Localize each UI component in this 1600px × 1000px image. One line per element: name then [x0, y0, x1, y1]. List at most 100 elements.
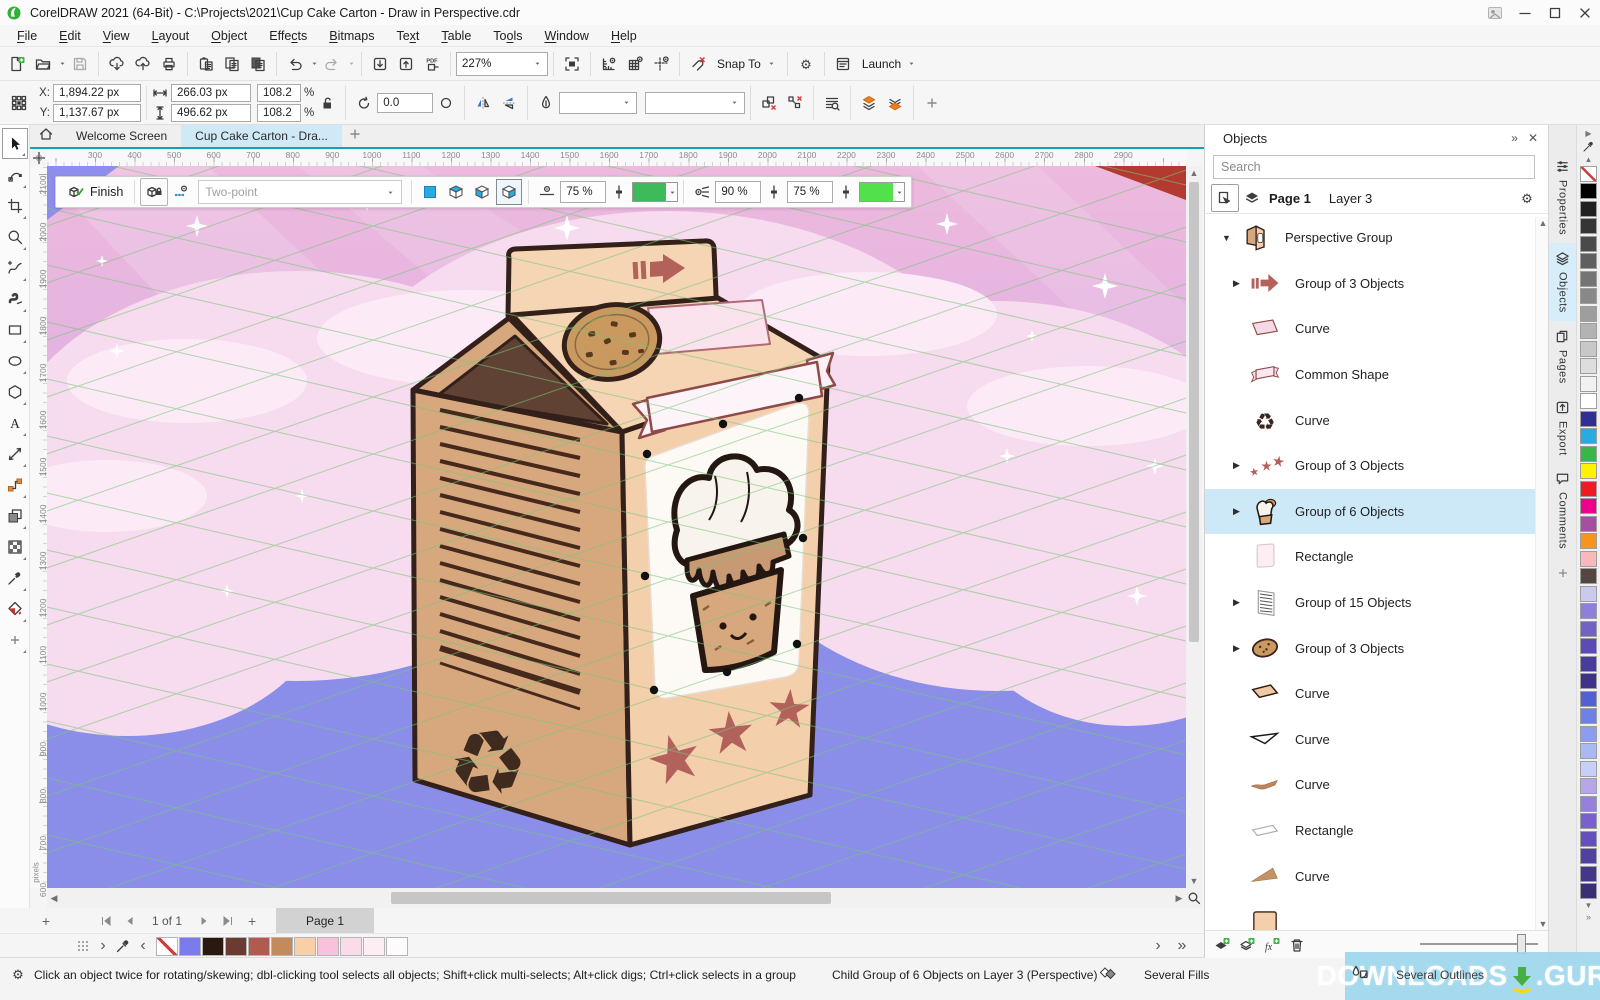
- customize-plus-button[interactable]: [919, 90, 945, 116]
- anchor-point-grid[interactable]: [6, 90, 32, 116]
- color-swatch-#ec008c[interactable]: [1580, 498, 1597, 514]
- connector-tool[interactable]: [2, 469, 28, 500]
- artistic-media-tool[interactable]: [2, 283, 28, 314]
- color-swatch-#a4509e[interactable]: [1580, 516, 1597, 532]
- palette-scroll-right[interactable]: ‹: [136, 936, 150, 956]
- objects-tree-item-perspective-group[interactable]: ▼Perspective Group: [1205, 215, 1535, 261]
- palette-more-right[interactable]: »: [1170, 936, 1194, 956]
- doc-color-swatch-#6b3a30[interactable]: [225, 937, 247, 956]
- open-button[interactable]: [30, 51, 56, 77]
- rectangle-tool[interactable]: [2, 314, 28, 345]
- add-page-button-2[interactable]: +: [240, 911, 264, 931]
- color-swatch-#ed1c24[interactable]: [1580, 481, 1597, 497]
- doc-color-swatch-#fadbe9[interactable]: [340, 937, 362, 956]
- canvas[interactable]: ♻: [47, 166, 1186, 888]
- plane-right-button[interactable]: [496, 179, 522, 205]
- color-swatch-#c8c8c8[interactable]: [1580, 341, 1597, 357]
- redo-button[interactable]: [319, 51, 345, 77]
- shape-tool[interactable]: [2, 159, 28, 190]
- docker-search-input[interactable]: [1213, 155, 1535, 179]
- docker-settings-gear-icon[interactable]: ⚙: [1514, 185, 1540, 211]
- prev-page-button[interactable]: [118, 911, 142, 931]
- ellipse-tool[interactable]: [2, 345, 28, 376]
- doc-color-swatch-#f8cfa6[interactable]: [294, 937, 316, 956]
- page-view-button[interactable]: [1211, 184, 1239, 212]
- mirror-horizontal-button[interactable]: [470, 90, 496, 116]
- ruler-origin[interactable]: [30, 149, 48, 167]
- docker-tab-comments[interactable]: Comments: [1549, 463, 1576, 557]
- scale-height-field[interactable]: 108.2: [257, 104, 301, 122]
- objects-tree-item-rectangle[interactable]: Rectangle: [1205, 808, 1535, 854]
- plane-left-button[interactable]: [470, 180, 494, 204]
- show-grid-button[interactable]: [622, 51, 648, 77]
- account-avatar[interactable]: [1480, 1, 1510, 24]
- add-effect-button[interactable]: fx: [1264, 937, 1280, 953]
- expand-arrow-icon[interactable]: ▶: [1229, 278, 1244, 289]
- objects-tree-item-group-of-15-objects[interactable]: ▶Group of 15 Objects: [1205, 580, 1535, 626]
- color-swatch-#c6cff8[interactable]: [1580, 761, 1597, 777]
- color-swatch-#39b54a[interactable]: [1580, 446, 1597, 462]
- snap-to-dropdown[interactable]: Snap To: [711, 57, 782, 71]
- collapse-arrow-icon[interactable]: ▼: [1219, 233, 1234, 243]
- outline-style-combo[interactable]: [645, 92, 745, 114]
- delete-button[interactable]: [1289, 937, 1305, 953]
- plane-flat-button[interactable]: [418, 180, 442, 204]
- new-layer-button[interactable]: [1239, 937, 1255, 953]
- color-swatch-#b7a6e9[interactable]: [1580, 778, 1597, 794]
- docker-layer-label[interactable]: Layer 3: [1329, 191, 1372, 206]
- open-dropdown-caret-icon[interactable]: [58, 59, 67, 68]
- show-rulers-button[interactable]: [596, 51, 622, 77]
- color-swatch-#9e9e9e[interactable]: [1580, 306, 1597, 322]
- color-swatch-none[interactable]: [1580, 166, 1597, 182]
- x-position-field[interactable]: 1,894.22 px: [53, 84, 141, 102]
- color-swatch-#747474[interactable]: [1580, 271, 1597, 287]
- color-swatch-#3a2f73[interactable]: [1580, 883, 1597, 899]
- color-swatch-#5f5f5f[interactable]: [1580, 253, 1597, 269]
- horizontal-ruler[interactable]: 3004005006007008009001000110012001300140…: [47, 149, 1186, 167]
- show-vanishing-points-button[interactable]: [168, 179, 194, 205]
- color-swatch-#f7941d[interactable]: [1580, 533, 1597, 549]
- docker-tab-properties[interactable]: Properties: [1549, 151, 1576, 243]
- color-swatch-#453788[interactable]: [1580, 866, 1597, 882]
- palette-eyedropper-icon[interactable]: [110, 933, 136, 959]
- save-button[interactable]: [67, 51, 93, 77]
- color-swatch-#5a4cb1[interactable]: [1580, 638, 1597, 654]
- color-swatch-#898989[interactable]: [1580, 288, 1597, 304]
- zoom-tool[interactable]: [2, 221, 28, 252]
- color-swatch-#cacaec[interactable]: [1580, 586, 1597, 602]
- grid-color-swatch[interactable]: [632, 182, 678, 202]
- expand-arrow-icon[interactable]: ▶: [1229, 597, 1244, 608]
- color-swatch-#353535[interactable]: [1580, 218, 1597, 234]
- color-swatch-#202020[interactable]: [1580, 201, 1597, 217]
- palette-scroll-down[interactable]: ▼: [1585, 901, 1593, 910]
- color-swatch-#7a60cf[interactable]: [1580, 813, 1597, 829]
- export-button[interactable]: [393, 51, 419, 77]
- menu-effects[interactable]: Effects: [258, 29, 318, 43]
- horizon-slider-icon[interactable]: [761, 179, 787, 205]
- dimension-tool[interactable]: [2, 438, 28, 469]
- doc-color-swatch-#fdeef4[interactable]: [363, 937, 385, 956]
- color-swatch-#52429f[interactable]: [1580, 848, 1597, 864]
- palette-options-icon[interactable]: [70, 933, 96, 959]
- objects-tree-item-common-shape[interactable]: Common Shape: [1205, 352, 1535, 398]
- print-button[interactable]: [156, 51, 182, 77]
- ungroup-button[interactable]: [756, 90, 782, 116]
- objects-tree-item-group-of-3-objects[interactable]: ▶Group of 3 Objects: [1205, 261, 1535, 307]
- color-swatch-#000000[interactable]: [1580, 183, 1597, 199]
- undo-dropdown-caret-icon[interactable]: [310, 59, 319, 68]
- palette-eyedropper-icon[interactable]: [1582, 140, 1595, 153]
- color-swatch-#aab8f4[interactable]: [1580, 743, 1597, 759]
- copy-button[interactable]: [219, 51, 245, 77]
- ungroup-all-button[interactable]: [782, 90, 808, 116]
- color-swatch-#ffffff[interactable]: [1580, 393, 1597, 409]
- outline-pen-icon[interactable]: [533, 90, 559, 116]
- docker-expand-icon[interactable]: »: [1511, 131, 1518, 145]
- objects-tree-item-group-of-3-objects[interactable]: ▶Group of 3 Objects: [1205, 625, 1535, 671]
- expand-arrow-icon[interactable]: ▶: [1229, 643, 1244, 654]
- options-button[interactable]: ⚙: [793, 51, 819, 77]
- doc-color-swatch-none[interactable]: [156, 937, 178, 956]
- status-gear-icon[interactable]: ⚙: [10, 966, 26, 982]
- lines-slider-icon[interactable]: [833, 179, 859, 205]
- vertical-scrollbar[interactable]: ▲ ▼: [1186, 166, 1202, 888]
- menu-object[interactable]: Object: [200, 29, 258, 43]
